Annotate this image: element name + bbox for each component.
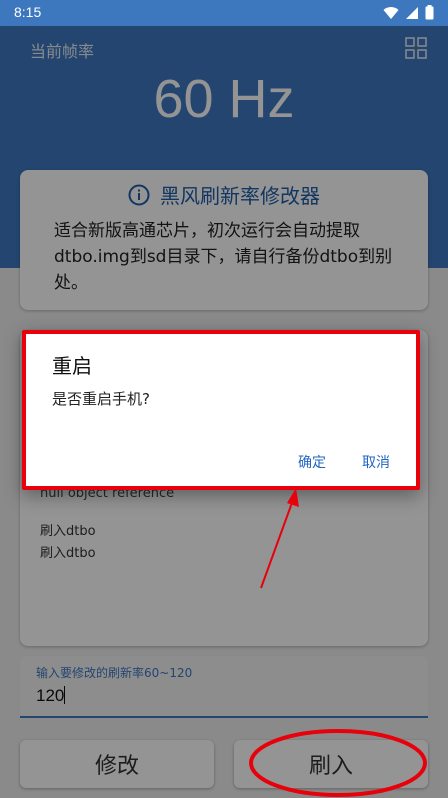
status-icons — [383, 5, 434, 20]
status-bar: 8:15 — [0, 0, 448, 26]
battery-icon — [425, 5, 434, 20]
dialog-message: 是否重启手机? — [52, 390, 150, 408]
dialog-title: 重启 — [52, 354, 92, 378]
signal-icon — [406, 6, 418, 19]
status-time: 8:15 — [14, 4, 42, 20]
cancel-button[interactable]: 取消 — [362, 452, 390, 472]
confirm-button[interactable]: 确定 — [298, 452, 326, 472]
wifi-icon — [383, 6, 399, 19]
reboot-dialog: 重启 是否重启手机? 确定 取消 — [22, 330, 420, 490]
